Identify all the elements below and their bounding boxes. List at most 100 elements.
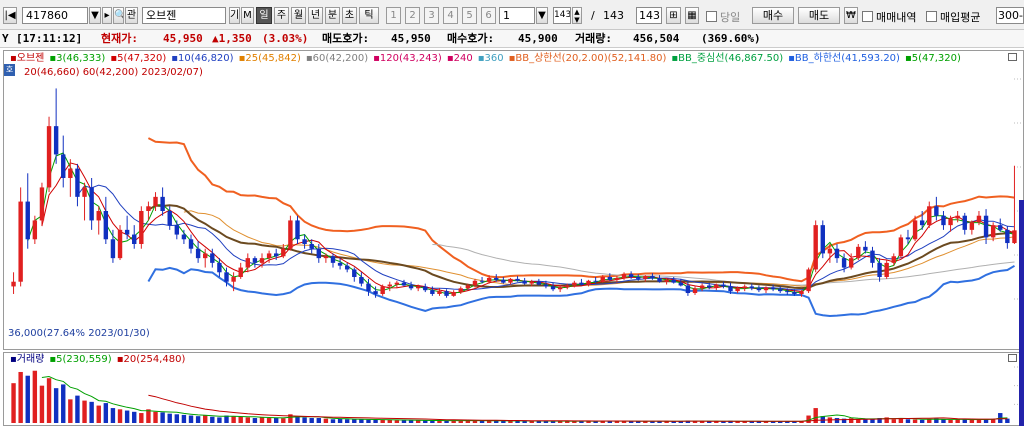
interval-5[interactable]: 5 <box>462 7 477 24</box>
volume-bar <box>139 413 144 423</box>
candle <box>756 285 762 293</box>
candle-body <box>1012 230 1017 244</box>
code-dropdown-icon[interactable]: ▼ <box>89 7 101 24</box>
toolbar: |◀ 417860 ▼ ▸ 🔍 관 오브젠 기 M 일 주 월 년 분 초 틱 … <box>0 0 1024 30</box>
panel-maximize-icon[interactable] <box>1008 53 1017 61</box>
type-button-gi[interactable]: 기 <box>229 7 240 24</box>
trade-history-checkbox[interactable] <box>862 11 873 22</box>
candle-body <box>32 220 38 240</box>
candle <box>252 256 258 268</box>
tab-yearly[interactable]: 년 <box>308 7 323 24</box>
candle-body <box>39 187 45 221</box>
tab-tick[interactable]: 틱 <box>359 7 379 24</box>
grid-icon[interactable]: ▦ <box>685 7 699 24</box>
volume-bar <box>132 411 137 423</box>
candle-body <box>799 291 804 294</box>
volume-bar <box>948 419 953 423</box>
spin-updown-icon[interactable]: ▲ ▼ <box>572 7 582 24</box>
interval-4[interactable]: 4 <box>443 7 458 24</box>
today-label: 당일 <box>720 11 741 24</box>
price-legend-item: ▪오브젠 <box>10 53 45 64</box>
candle-body <box>685 285 691 294</box>
candle-body <box>983 215 989 238</box>
candle <box>238 262 243 279</box>
avg-price-checkbox[interactable] <box>926 11 937 22</box>
volume-bar <box>905 419 911 423</box>
candle-body <box>756 288 762 291</box>
candle-body <box>210 253 215 263</box>
price-legend: ▪오브젠 ▪3(46,333) ▪5(47,320) ▪10(46,820) ▪25(4… <box>10 53 966 65</box>
candle-body <box>408 285 414 289</box>
candle-body <box>373 291 378 294</box>
won-icon[interactable]: ₩ <box>844 7 858 24</box>
tab-minute[interactable]: 분 <box>325 7 340 24</box>
legend-toggle-icon[interactable]: 호 <box>4 64 15 76</box>
price-legend-item: ▪3(46,333) <box>49 53 106 64</box>
sell-button[interactable]: 매도 <box>798 7 840 24</box>
tab-monthly[interactable]: 월 <box>291 7 306 24</box>
count-input[interactable]: 143 <box>553 7 571 24</box>
candle-body <box>550 286 556 290</box>
volume-bar <box>75 395 80 423</box>
pin-icon[interactable]: Y <box>2 30 9 47</box>
candle-body <box>508 278 513 283</box>
volume-bar <box>401 420 407 423</box>
volume-bar <box>259 417 265 423</box>
candle-body <box>735 288 740 292</box>
stock-name-field[interactable]: 오브젠 <box>142 7 226 24</box>
price-chart-panel[interactable]: ▪오브젠 ▪3(46,333) ▪5(47,320) ▪10(46,820) ▪25(4… <box>3 50 1024 350</box>
interval-6[interactable]: 6 <box>481 7 496 24</box>
candle <box>536 278 542 286</box>
volume-bar <box>302 417 307 423</box>
candle-body <box>195 248 201 259</box>
interval-2[interactable]: 2 <box>405 7 420 24</box>
candle <box>330 253 336 268</box>
candle-body <box>536 281 542 285</box>
chart-scrollbar[interactable] <box>1019 200 1024 426</box>
display-count-input[interactable]: 143 <box>636 7 662 24</box>
candle-body <box>728 286 733 292</box>
stock-code-input[interactable]: 417860 <box>22 7 88 24</box>
first-record-icon[interactable]: |◀ <box>3 7 17 24</box>
volume-chart-panel[interactable]: ▪거래량 ▪5(230,559) ▪20(254,480) <box>3 352 1024 426</box>
volume-bar <box>245 417 251 423</box>
related-button[interactable]: 관 <box>125 7 138 24</box>
interval-select[interactable]: 1 <box>499 7 535 24</box>
volume-bar <box>39 385 45 423</box>
interval-dropdown-icon[interactable]: ▼ <box>536 7 548 24</box>
next-arrow-icon[interactable]: ▸ <box>102 7 112 24</box>
candle <box>962 212 967 235</box>
candle-body <box>53 126 59 155</box>
candle-body <box>777 289 783 292</box>
type-button-m[interactable]: M <box>241 7 254 24</box>
price-legend-item: ▪25(45,842) <box>238 53 301 64</box>
candle <box>444 289 449 298</box>
price-legend-item: ▪BB_상한선(20,2.00)(52,141.80) <box>508 53 667 64</box>
candle-body <box>919 220 925 226</box>
interval-1[interactable]: 1 <box>386 7 401 24</box>
bid-value: 45,900 <box>518 32 558 45</box>
interval-3[interactable]: 3 <box>424 7 439 24</box>
zoom-fit-icon[interactable]: ⊞ <box>666 7 681 24</box>
candle-body <box>25 201 30 240</box>
tab-daily[interactable]: 일 <box>256 7 272 24</box>
price-chart[interactable] <box>4 51 1023 349</box>
tab-weekly[interactable]: 주 <box>274 7 289 24</box>
volume-maximize-icon[interactable] <box>1008 354 1017 362</box>
tab-second[interactable]: 초 <box>342 7 357 24</box>
volume-ma5-line <box>41 375 1008 422</box>
code-right-field[interactable]: 300-C <box>996 7 1024 24</box>
candle <box>139 206 144 249</box>
candle <box>337 258 343 270</box>
search-icon[interactable]: 🔍 <box>113 7 124 24</box>
candle-body <box>281 248 286 257</box>
candle-body <box>763 287 769 291</box>
today-checkbox[interactable] <box>706 11 717 22</box>
candle-body <box>671 279 676 283</box>
candle <box>132 225 137 249</box>
candle-body <box>295 220 300 240</box>
price-legend-item: ▪5(47,320) <box>904 53 961 64</box>
buy-button[interactable]: 매수 <box>752 7 794 24</box>
candle-body <box>437 291 442 294</box>
candle-body <box>160 196 165 211</box>
